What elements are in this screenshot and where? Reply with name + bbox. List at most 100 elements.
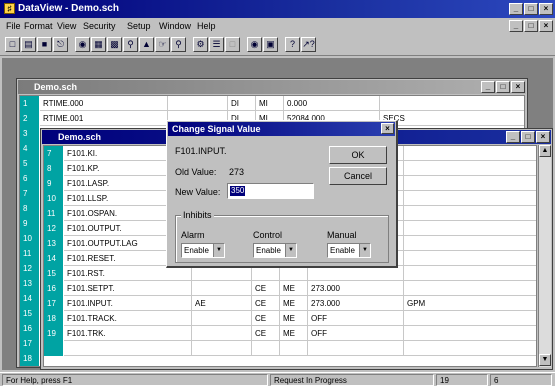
table-cell[interactable]: RTIME.001 (40, 111, 168, 126)
mdi-minimize-icon[interactable]: _ (509, 20, 523, 32)
table-cell[interactable] (404, 176, 536, 191)
tree-icon[interactable]: ☰ (209, 37, 224, 52)
table-cell[interactable]: 273.000 (308, 296, 404, 311)
new-value-input[interactable]: 350 (227, 183, 314, 199)
context-help-icon[interactable]: ↗? (301, 37, 316, 52)
table-cell[interactable] (404, 311, 536, 326)
table-cell[interactable] (308, 341, 404, 356)
window-front-close-icon[interactable]: × (536, 131, 550, 143)
table-cell[interactable] (192, 326, 252, 341)
app-icon[interactable]: ♯ (4, 3, 15, 14)
table-cell[interactable] (404, 266, 536, 281)
connect-icon[interactable]: ◉ (247, 37, 262, 52)
table-cell[interactable] (280, 341, 308, 356)
table-cell[interactable]: DI (228, 96, 256, 111)
vertical-scrollbar[interactable]: ▲ ▼ (538, 145, 551, 367)
table-row[interactable]: 17 F101.INPUT. AE CE ME 273.000 GPM (44, 296, 536, 311)
print-icon[interactable]: ⎋ (53, 37, 68, 52)
chevron-down-icon[interactable]: ▼ (359, 244, 370, 257)
table-cell[interactable] (192, 341, 252, 356)
table-cell[interactable] (280, 266, 308, 281)
table-cell[interactable]: ME (280, 311, 308, 326)
help-icon[interactable]: ? (285, 37, 300, 52)
display-icon[interactable]: ▣ (263, 37, 278, 52)
find-icon[interactable]: ⚲ (123, 37, 138, 52)
tag-icon[interactable]: ◉ (75, 37, 90, 52)
table-cell[interactable]: 273.000 (308, 281, 404, 296)
select-icon[interactable]: ☞ (155, 37, 170, 52)
table-cell[interactable]: ME (280, 296, 308, 311)
table-cell[interactable] (404, 221, 536, 236)
table-cell[interactable] (308, 266, 404, 281)
maximize-icon[interactable]: □ (524, 3, 538, 15)
table-cell[interactable]: MI (256, 96, 284, 111)
menu-view[interactable]: View (57, 20, 76, 32)
window-front-minimize-icon[interactable]: _ (506, 131, 520, 143)
table-cell[interactable] (404, 251, 536, 266)
trend-icon[interactable]: ▲ (139, 37, 154, 52)
minimize-icon[interactable]: _ (509, 3, 523, 15)
menu-security[interactable]: Security (83, 20, 116, 32)
table-row[interactable]: 15 F101.RST. (44, 266, 536, 281)
window-front-maximize-icon[interactable]: □ (521, 131, 535, 143)
menu-file[interactable]: File (6, 20, 21, 32)
table-cell[interactable]: OFF (308, 311, 404, 326)
alarm-select[interactable]: Enable ▼ (181, 243, 225, 258)
table-cell[interactable] (64, 341, 192, 356)
chevron-down-icon[interactable]: ▼ (285, 244, 296, 257)
ok-button[interactable]: OK (329, 146, 387, 164)
window-back-close-icon[interactable]: × (511, 81, 525, 93)
dialog-close-icon[interactable]: × (381, 123, 394, 134)
table-cell[interactable]: F101.RST. (64, 266, 192, 281)
table-cell[interactable]: RTIME.000 (40, 96, 168, 111)
table-cell[interactable]: CE (252, 281, 280, 296)
table-cell[interactable] (404, 341, 536, 356)
window-back-titlebar[interactable]: Demo.sch _ □ × (18, 80, 526, 94)
table-cell[interactable] (192, 311, 252, 326)
table-cell[interactable]: CE (252, 311, 280, 326)
table-cell[interactable] (252, 266, 280, 281)
table-cell[interactable]: 0.000 (284, 96, 380, 111)
new-icon[interactable]: □ (5, 37, 20, 52)
table-row[interactable]: 19 F101.TRK. CE ME OFF (44, 326, 536, 341)
table-cell[interactable]: GPM (404, 296, 536, 311)
cancel-button[interactable]: Cancel (329, 167, 387, 185)
table-row[interactable]: 1 RTIME.000 DI MI 0.000 (20, 96, 524, 111)
table-cell[interactable] (404, 326, 536, 341)
table-row[interactable]: 18 F101.TRACK. CE ME OFF (44, 311, 536, 326)
config-icon[interactable]: ⚙ (193, 37, 208, 52)
table-cell[interactable]: OFF (308, 326, 404, 341)
table-cell[interactable]: F101.TRK. (64, 326, 192, 341)
menu-setup[interactable]: Setup (127, 20, 151, 32)
manual-select[interactable]: Enable ▼ (327, 243, 371, 258)
window-back-minimize-icon[interactable]: _ (481, 81, 495, 93)
table-cell[interactable] (252, 341, 280, 356)
open-icon[interactable]: ▤ (21, 37, 36, 52)
table-cell[interactable]: SECS (380, 111, 524, 126)
table-row[interactable] (44, 341, 536, 356)
table-cell[interactable] (404, 191, 536, 206)
table-row[interactable]: 16 F101.SETPT. CE ME 273.000 (44, 281, 536, 296)
table-cell[interactable] (404, 281, 536, 296)
table-cell[interactable] (192, 266, 252, 281)
table-cell[interactable]: F101.INPUT. (64, 296, 192, 311)
table-cell[interactable]: AE (192, 296, 252, 311)
table-cell[interactable]: CE (252, 296, 280, 311)
window-back-maximize-icon[interactable]: □ (496, 81, 510, 93)
chart-icon[interactable]: ▦ (91, 37, 106, 52)
menu-help[interactable]: Help (197, 20, 216, 32)
mdi-restore-icon[interactable]: □ (524, 20, 538, 32)
zoom-icon[interactable]: ⚲ (171, 37, 186, 52)
close-icon[interactable]: × (539, 3, 553, 15)
menu-window[interactable]: Window (159, 20, 191, 32)
save-icon[interactable]: ■ (37, 37, 52, 52)
table-cell[interactable] (404, 161, 536, 176)
scroll-down-icon[interactable]: ▼ (539, 354, 551, 366)
menu-format[interactable]: Format (24, 20, 53, 32)
table-cell[interactable] (404, 206, 536, 221)
table-cell[interactable]: CE (252, 326, 280, 341)
control-select[interactable]: Enable ▼ (253, 243, 297, 258)
table-cell[interactable] (192, 281, 252, 296)
table-cell[interactable] (168, 96, 228, 111)
scroll-up-icon[interactable]: ▲ (539, 145, 551, 157)
